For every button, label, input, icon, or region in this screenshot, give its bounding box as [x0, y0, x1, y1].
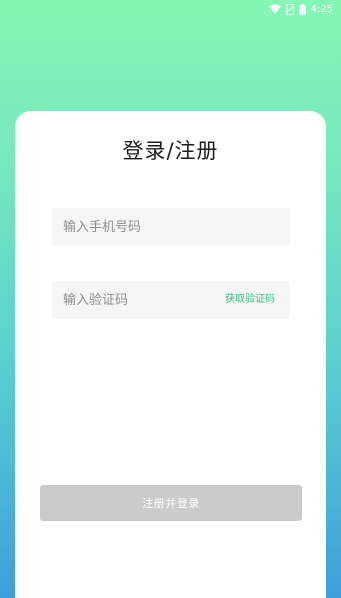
wifi-icon — [268, 4, 281, 14]
get-code-button[interactable]: 获取验证码 — [225, 281, 275, 319]
phone-field — [52, 208, 290, 246]
status-time: 4:25 — [310, 3, 333, 15]
page-title: 登录/注册 — [122, 139, 219, 163]
verification-code-input[interactable] — [52, 281, 223, 319]
login-card: 登录/注册 获取验证码 注册并登录 — [15, 111, 326, 598]
phone-input[interactable] — [52, 208, 283, 246]
screen: 4:25 登录/注册 获取验证码 注册并登录 — [0, 0, 341, 598]
battery-icon — [298, 3, 306, 15]
code-field: 获取验证码 — [52, 281, 290, 319]
status-bar: 4:25 — [268, 0, 341, 18]
no-sim-icon — [285, 3, 294, 15]
register-login-button[interactable]: 注册并登录 — [40, 485, 302, 521]
